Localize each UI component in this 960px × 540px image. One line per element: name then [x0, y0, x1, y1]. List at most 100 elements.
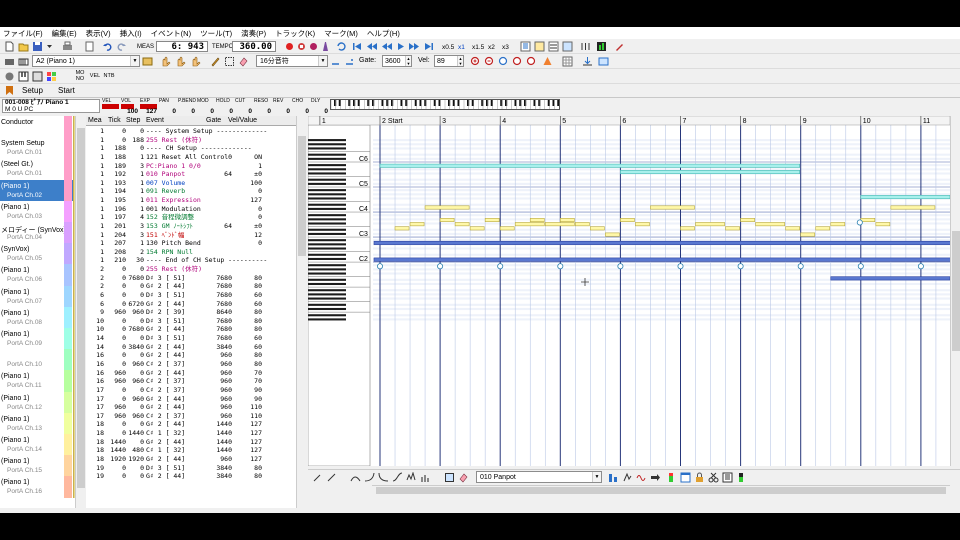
event-row[interactable]: 18 0 1440 C♯ 1 [ 32] 1440 127	[86, 429, 298, 438]
param-dly[interactable]: DLY 0	[311, 99, 329, 116]
wave-icon[interactable]	[636, 472, 647, 483]
track-item[interactable]: (Piano 1) PortA Ch.12	[0, 391, 84, 413]
black-key[interactable]	[308, 303, 346, 306]
color-icon[interactable]	[542, 56, 553, 67]
velocity-marker[interactable]	[797, 263, 804, 270]
note-block[interactable]	[815, 226, 831, 231]
note-block[interactable]	[379, 163, 801, 168]
track-icon[interactable]	[4, 56, 15, 67]
dropdown-arrow-icon[interactable]	[44, 41, 55, 52]
record-dot-icon[interactable]	[4, 71, 15, 82]
note-block[interactable]	[439, 217, 455, 222]
event-row[interactable]: 14 0 3840 G♯ 2 [ 44] 3840 60	[86, 343, 298, 352]
black-key[interactable]	[308, 232, 346, 235]
event-row[interactable]: 1 195 1 011 Expression 127	[86, 196, 298, 205]
black-key[interactable]	[308, 143, 346, 146]
event-row[interactable]: 18 1440 480 C♯ 1 [ 32] 1440 127	[86, 446, 298, 455]
mini-keyboard-keys[interactable]	[330, 100, 560, 109]
event-row[interactable]: 1 194 1 091 Reverb 0	[86, 187, 298, 196]
hand-range-icon[interactable]	[190, 56, 201, 67]
col-gate[interactable]: Gate	[206, 117, 221, 124]
pencil-icon[interactable]	[210, 56, 221, 67]
note-block[interactable]	[860, 195, 950, 200]
menu-tools[interactable]: ツール(T)	[200, 28, 232, 39]
track-item[interactable]: (SynVox) PortA Ch.05	[0, 243, 84, 265]
track-item[interactable]: (Piano 1) PortA Ch.16	[0, 476, 84, 498]
select-rect-icon[interactable]	[224, 56, 235, 67]
play-icon[interactable]	[395, 41, 406, 52]
tool-icon[interactable]	[614, 41, 625, 52]
select-rect-icon[interactable]	[444, 472, 455, 483]
velocity-marker[interactable]	[856, 219, 863, 226]
mono-toggle[interactable]: MO NO	[74, 70, 86, 82]
black-key[interactable]	[308, 189, 346, 192]
event-row[interactable]: 2 0 0 255 Rest (休符)	[86, 265, 298, 274]
black-key[interactable]	[308, 247, 346, 250]
black-key[interactable]	[308, 168, 346, 171]
piano-roll[interactable]: C6 C5 C4 C3 C2 1 2 Start 3 4 5 6 7 8 9 10 11	[308, 116, 950, 466]
track-property-icon[interactable]	[142, 56, 153, 67]
black-key[interactable]	[308, 257, 346, 260]
track-item[interactable]: (Piano 1) PortA Ch.14	[0, 434, 84, 456]
drum-view-icon[interactable]	[32, 71, 43, 82]
note-block[interactable]	[544, 222, 575, 227]
track-item[interactable]: (Piano 1) PortA Ch.15	[0, 455, 84, 477]
eraser-icon[interactable]	[458, 472, 469, 483]
vel-toggle[interactable]: VEL	[88, 73, 102, 79]
velocity-marker[interactable]	[917, 263, 924, 270]
note-block[interactable]	[560, 217, 575, 222]
param-cut[interactable]: CUT 0	[235, 99, 253, 116]
black-key[interactable]	[308, 193, 346, 196]
hand-select-icon[interactable]	[175, 56, 186, 67]
menu-file[interactable]: ファイル(F)	[3, 28, 43, 39]
black-key[interactable]	[308, 222, 346, 225]
hand-tool-icon[interactable]	[160, 56, 171, 67]
window-icon[interactable]	[680, 472, 691, 483]
event-row[interactable]: 10 0 7680 G♯ 2 [ 44] 7680 80	[86, 325, 298, 334]
velocity-marker[interactable]	[857, 263, 864, 270]
gate-input[interactable]: 3600 ▲ ▼	[382, 55, 412, 67]
scroll-thumb[interactable]	[298, 136, 306, 256]
event-row[interactable]: 9 960 960 D♯ 2 [ 39] 8640 80	[86, 308, 298, 317]
black-key[interactable]	[308, 214, 346, 217]
black-key[interactable]	[308, 218, 346, 221]
curve-pen-icon[interactable]	[312, 472, 323, 483]
redo-icon[interactable]	[116, 41, 127, 52]
speed-x1[interactable]: x1	[458, 44, 465, 51]
zoom-fit-icon[interactable]	[498, 56, 509, 67]
zoom-out-icon[interactable]	[484, 56, 495, 67]
event-row[interactable]: 1 196 1 001 Modulation 0	[86, 205, 298, 214]
note-block[interactable]	[755, 222, 785, 227]
note-block[interactable]	[605, 232, 620, 237]
event-row[interactable]: 17 0 960 G♯ 2 [ 44] 960 90	[86, 395, 298, 404]
speed-x15[interactable]: x1.5	[472, 44, 484, 51]
note-block[interactable]	[635, 222, 650, 227]
event-row[interactable]: 1 192 1 010 Panpot 64 ±0	[86, 170, 298, 179]
event-row[interactable]: 16 960 0 G♯ 2 [ 44] 960 70	[86, 369, 298, 378]
note-block[interactable]	[575, 222, 590, 227]
menu-track[interactable]: トラック(K)	[275, 28, 315, 39]
scroll-thumb[interactable]	[77, 128, 85, 488]
note-block[interactable]	[373, 240, 950, 245]
note-block[interactable]	[469, 226, 485, 231]
menu-mark[interactable]: マーク(M)	[324, 28, 358, 39]
note-block[interactable]	[650, 205, 695, 210]
velocity-marker[interactable]	[437, 263, 444, 270]
velocity-marker[interactable]	[617, 263, 624, 270]
vu-meter-icon[interactable]	[736, 472, 747, 483]
view-list-icon[interactable]	[520, 41, 531, 52]
black-key[interactable]	[308, 147, 346, 150]
event-row[interactable]: 16 0 960 C♯ 2 [ 37] 960 80	[86, 360, 298, 369]
note-block[interactable]	[529, 217, 545, 222]
piano-roll-scrollbar[interactable]	[950, 116, 960, 466]
black-key[interactable]	[308, 243, 346, 246]
undo-icon[interactable]	[102, 41, 113, 52]
note-block[interactable]	[860, 217, 876, 222]
piano-roll-hscrollbar[interactable]	[372, 485, 950, 494]
event-row[interactable]: 1 208 2 154 RPN Null	[86, 248, 298, 257]
controller-select[interactable]: 010 Panpot ▼	[476, 471, 602, 483]
curve-down-icon[interactable]	[378, 472, 389, 483]
note-block[interactable]	[454, 222, 470, 227]
event-row[interactable]: 1 0 188 255 Rest (休符)	[86, 136, 298, 145]
event-row[interactable]: 2 0 0 G♯ 2 [ 44] 7680 80	[86, 282, 298, 291]
